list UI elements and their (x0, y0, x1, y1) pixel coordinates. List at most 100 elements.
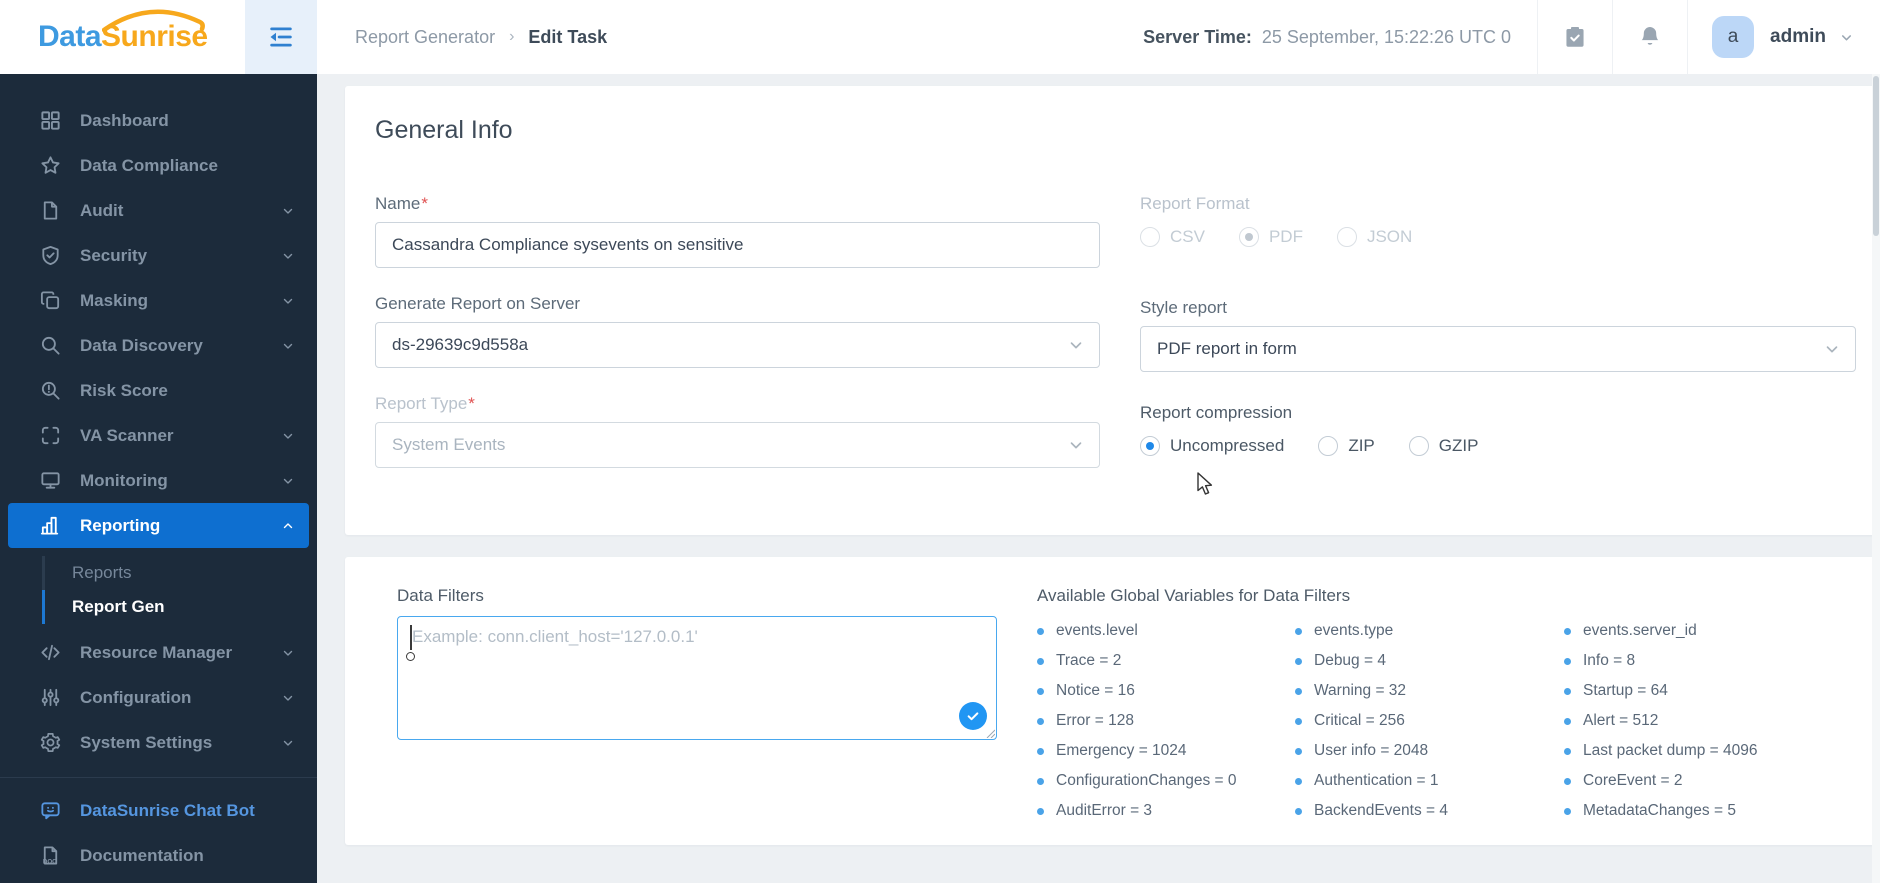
search-icon (38, 334, 62, 358)
sidebar-item-resource-manager[interactable]: Resource Manager (0, 630, 317, 675)
global-variables-title: Available Global Variables for Data Filt… (1037, 586, 1351, 605)
style-report-select[interactable]: PDF report in form (1140, 326, 1856, 372)
variable-item: Info = 8 (1564, 646, 1854, 676)
breadcrumb-separator: › (509, 28, 515, 45)
variable-item: events.server_id (1564, 616, 1854, 646)
notifications-button[interactable] (1613, 0, 1687, 74)
sidebar-item-label: Documentation (80, 845, 204, 865)
variables-grid: events.level Trace = 2 Notice = 16 Error… (1037, 616, 1854, 826)
sidebar-item-masking[interactable]: Masking (0, 278, 317, 323)
sidebar-item-chatbot[interactable]: DataSunrise Chat Bot (0, 788, 317, 833)
header-right: Server Time: 25 September, 15:22:26 UTC … (1143, 0, 1880, 74)
sidebar-item-security[interactable]: Security (0, 233, 317, 278)
name-input-wrap (375, 222, 1100, 268)
report-format-radios: CSV PDF JSON (1140, 222, 1856, 252)
breadcrumb-report-generator[interactable]: Report Generator (355, 27, 495, 48)
bullet-icon (1295, 717, 1302, 725)
dashboard-icon (38, 109, 62, 133)
scrollbar-thumb[interactable] (1873, 76, 1879, 236)
bullet-icon (1037, 717, 1044, 725)
global-variables-section: Available Global Variables for Data Filt… (1037, 585, 1854, 845)
data-filters-textarea[interactable] (397, 616, 997, 740)
sidebar-item-dashboard[interactable]: Dashboard (0, 98, 317, 143)
sidebar-item-reporting[interactable]: Reporting (8, 503, 309, 548)
sidebar-item-data-discovery[interactable]: Data Discovery (0, 323, 317, 368)
sidebar-item-label: Dashboard (80, 110, 169, 130)
variable-item: Last packet dump = 4096 (1564, 736, 1854, 766)
bell-icon (1641, 27, 1659, 45)
radio-pdf: PDF (1238, 227, 1303, 247)
sidebar-item-label: Report Gen (72, 597, 165, 616)
variable-item: CoreEvent = 2 (1564, 766, 1854, 796)
variable-item: Trace = 2 (1037, 646, 1295, 676)
star-icon (38, 154, 62, 178)
sidebar-item-label: Security (80, 245, 148, 265)
bullet-icon (1295, 657, 1302, 665)
server-time-value: 25 September, 15:22:26 UTC 0 (1261, 26, 1512, 47)
variable-item: ConfigurationChanges = 0 (1037, 766, 1295, 796)
report-type-label: Report Type* (375, 394, 475, 413)
variable-item: Critical = 256 (1295, 706, 1564, 736)
name-input[interactable] (392, 223, 1083, 267)
chevron-down-icon (281, 646, 295, 660)
chevron-down-icon (281, 204, 295, 218)
sidebar-item-label: Masking (80, 290, 149, 310)
variable-item: AuditError = 3 (1037, 796, 1295, 826)
data-filters-card: Data Filters Available Global Variables … (345, 557, 1880, 845)
sidebar-item-report-gen[interactable]: Report Gen (0, 590, 317, 624)
top-header: Report Generator › Edit Task Server Time… (317, 0, 1880, 74)
name-field-group: Name* (375, 193, 1100, 268)
radio-uncompressed[interactable]: Uncompressed (1140, 436, 1284, 456)
sidebar-item-configuration[interactable]: Configuration (0, 675, 317, 720)
sidebar-item-label: Configuration (80, 687, 192, 707)
variable-item: Emergency = 1024 (1037, 736, 1295, 766)
avatar-letter: a (1727, 26, 1739, 47)
sidebar-item-monitoring[interactable]: Monitoring (0, 458, 317, 503)
logo-part-sunrise: Sunrise (101, 20, 208, 53)
sidebar-menu: Dashboard Data Compliance Audit Security… (0, 74, 317, 883)
radio-dot (1336, 227, 1357, 247)
sidebar-item-va-scanner[interactable]: VA Scanner (0, 413, 317, 458)
sidebar-item-reports[interactable]: Reports (0, 556, 317, 590)
sidebar-item-documentation[interactable]: DOC Documentation (0, 833, 317, 878)
variable-item: Debug = 4 (1295, 646, 1564, 676)
check-icon (967, 712, 979, 721)
sidebar-item-data-compliance[interactable]: Data Compliance (0, 143, 317, 188)
radio-zip[interactable]: ZIP (1318, 436, 1375, 456)
radio-json: JSON (1336, 227, 1412, 247)
data-filters-textarea-wrap (397, 616, 997, 740)
sidebar-item-label: Resource Manager (80, 642, 233, 662)
sidebar-collapse-button[interactable] (245, 0, 317, 74)
sidebar-item-system-settings[interactable]: System Settings (0, 720, 317, 765)
copy-icon (38, 289, 62, 313)
logo[interactable]: DataSunrise (0, 0, 245, 74)
chevron-up-icon (281, 519, 295, 533)
bullet-icon (1564, 807, 1571, 815)
radio-gzip[interactable]: GZIP (1408, 436, 1478, 456)
section-title-general-info: General Info (375, 116, 513, 144)
sidebar-item-label: Monitoring (80, 470, 168, 490)
chevron-down-icon (281, 429, 295, 443)
server-select[interactable]: ds-29639c9d558a (375, 322, 1100, 368)
user-menu[interactable]: a admin (1688, 16, 1880, 58)
sidebar-item-risk-score[interactable]: Risk Score (0, 368, 317, 413)
logo-part-data: Data (38, 20, 102, 53)
sidebar: DataSunrise Dashboard Data Compliance Au… (0, 0, 317, 883)
shield-check-icon (38, 244, 62, 268)
clipboard-check-icon (1566, 27, 1584, 47)
main-area: Report Generator › Edit Task Server Time… (317, 0, 1880, 883)
bullet-icon (1564, 747, 1571, 755)
breadcrumb-edit-task: Edit Task (528, 26, 608, 47)
reporting-submenu: Reports Report Gen (0, 556, 317, 624)
sidebar-item-label: System Settings (80, 732, 213, 752)
sidebar-top: DataSunrise (0, 0, 317, 74)
data-filters-label: Data Filters (397, 586, 484, 605)
apply-filter-button[interactable] (959, 702, 987, 730)
sidebar-item-label: Data Compliance (80, 155, 218, 175)
compression-radios: Uncompressed ZIP GZIP (1140, 431, 1856, 461)
vertical-scrollbar (1872, 74, 1880, 883)
tasks-button[interactable] (1538, 0, 1612, 74)
report-compression-label: Report compression (1140, 403, 1293, 422)
sidebar-item-audit[interactable]: Audit (0, 188, 317, 233)
document-icon (38, 199, 62, 223)
